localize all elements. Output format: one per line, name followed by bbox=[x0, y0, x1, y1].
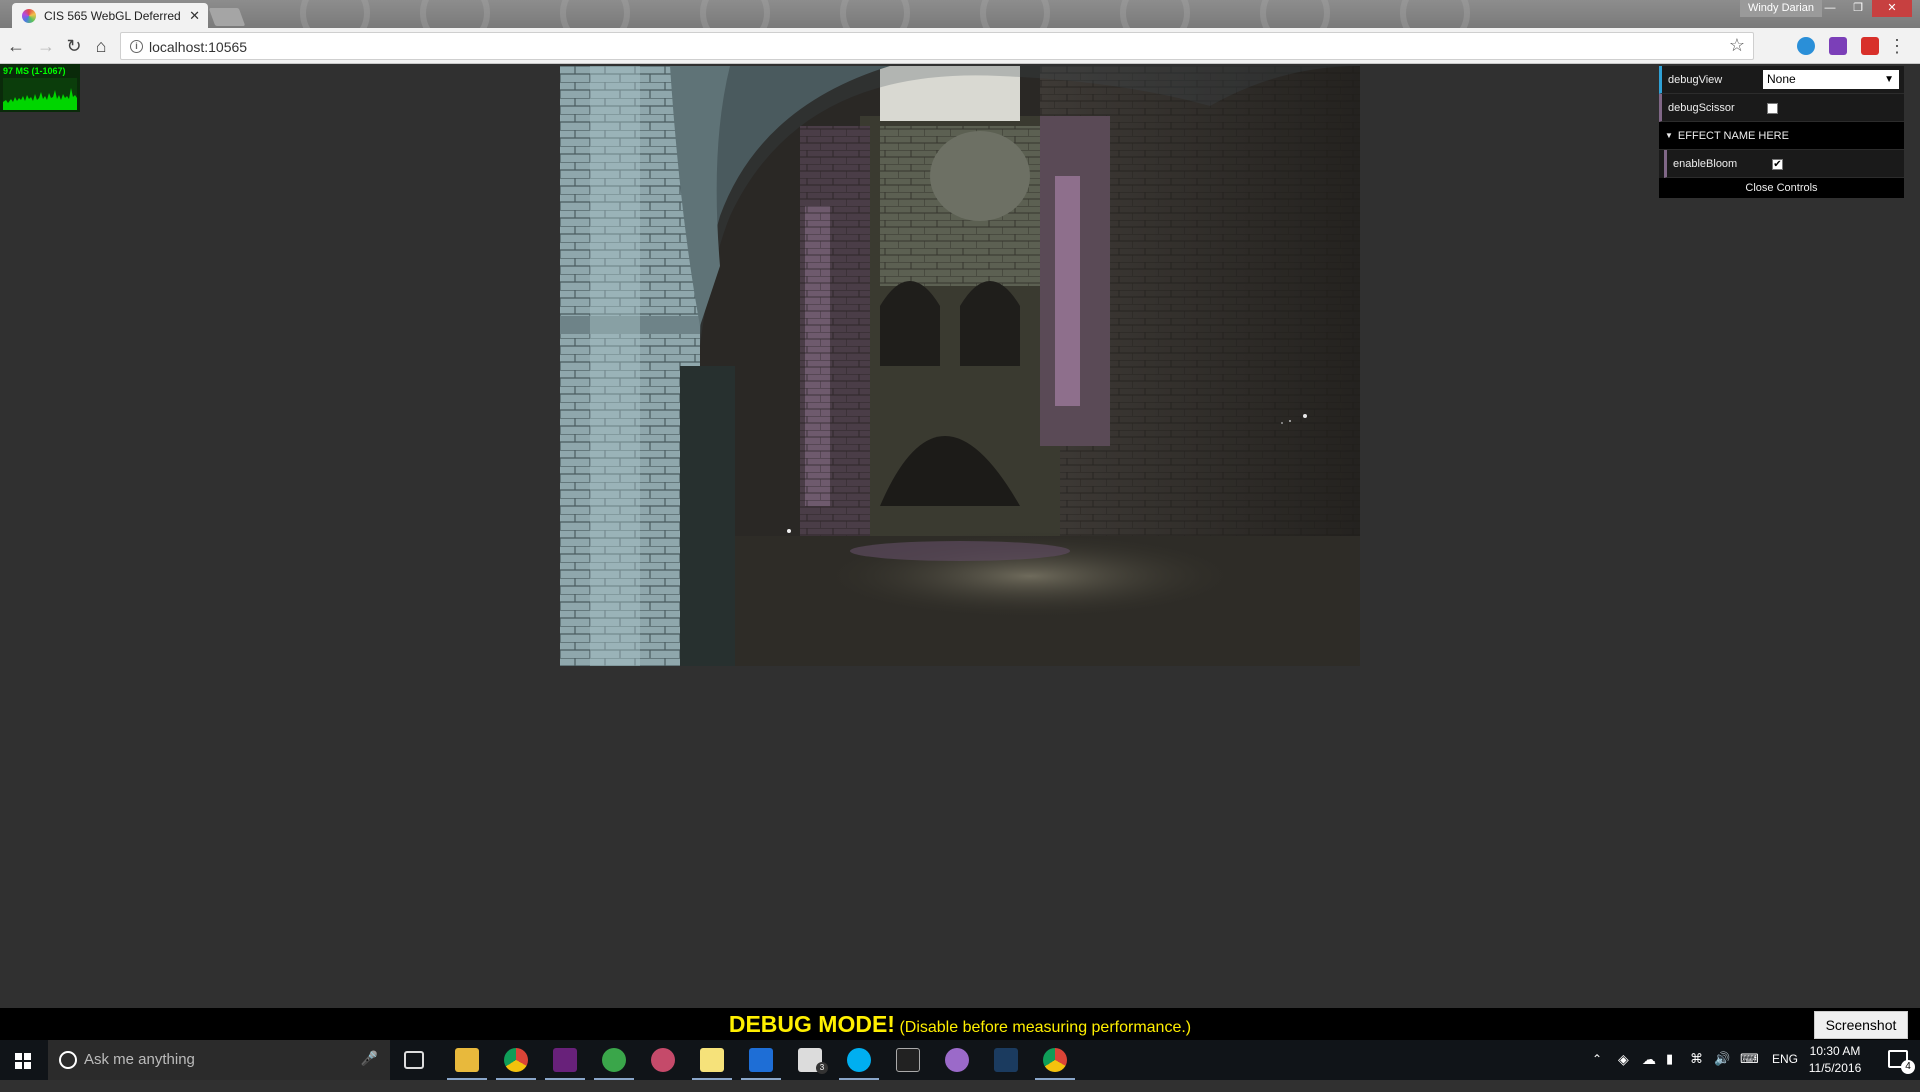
site-info-icon[interactable]: i bbox=[130, 40, 143, 53]
battery-icon[interactable]: ▮ bbox=[1666, 1051, 1673, 1091]
tray-overflow-icon[interactable]: ⌃ bbox=[1592, 1052, 1602, 1092]
debugscissor-label: debugScissor bbox=[1668, 101, 1735, 114]
app-icon-green[interactable] bbox=[602, 1048, 626, 1072]
cortana-search-box[interactable]: Ask me anything 🎤 bbox=[48, 1040, 390, 1080]
start-button[interactable] bbox=[0, 1040, 46, 1080]
app-icon-blue[interactable] bbox=[749, 1048, 773, 1072]
enablebloom-checkbox[interactable]: ✔ bbox=[1772, 159, 1783, 170]
screenshot-button[interactable]: Screenshot bbox=[1814, 1011, 1908, 1039]
reload-icon[interactable]: ↻ bbox=[62, 34, 86, 58]
debug-message: DEBUG MODE! (Disable before measuring pe… bbox=[0, 1011, 1920, 1038]
windows-logo-icon bbox=[15, 1053, 31, 1069]
debug-mode-note: (Disable before measuring performance.) bbox=[899, 1019, 1192, 1036]
address-bar[interactable]: i localhost:10565 ☆ bbox=[120, 32, 1754, 60]
sponza-render bbox=[560, 66, 1360, 666]
url-text[interactable]: localhost:10565 bbox=[149, 39, 247, 55]
volume-icon[interactable]: 🔊 bbox=[1714, 1051, 1730, 1091]
task-view-icon[interactable] bbox=[404, 1051, 424, 1069]
microphone-icon[interactable]: 🎤 bbox=[361, 1050, 378, 1067]
browser-menu-icon[interactable]: ⋮ bbox=[1888, 34, 1906, 58]
file-explorer-icon[interactable] bbox=[455, 1048, 479, 1072]
clock-time: 10:30 AM bbox=[1809, 1044, 1861, 1058]
terminal-icon[interactable] bbox=[896, 1048, 920, 1072]
extension-icon-3[interactable] bbox=[1861, 37, 1879, 55]
language-indicator[interactable]: ENG bbox=[1772, 1052, 1798, 1092]
system-clock[interactable]: 10:30 AM 11/5/2016 bbox=[1800, 1043, 1870, 1077]
bookmark-star-icon[interactable]: ☆ bbox=[1729, 35, 1745, 56]
dat-gui-panel: debugView None ▼ debugScissor ▼ EFFECT N… bbox=[1659, 66, 1904, 198]
search-placeholder: Ask me anything bbox=[84, 1051, 195, 1068]
onenote-extension-icon[interactable] bbox=[1829, 37, 1847, 55]
stats-readout: 97 MS (1-1067) bbox=[3, 66, 66, 76]
debugview-select[interactable]: None ▼ bbox=[1763, 70, 1899, 89]
close-controls-button[interactable]: Close Controls bbox=[1659, 178, 1904, 198]
visual-studio-icon[interactable] bbox=[553, 1048, 577, 1072]
sticky-notes-icon[interactable] bbox=[700, 1048, 724, 1072]
tab-favicon-icon bbox=[22, 8, 36, 23]
tab-title: CIS 565 WebGL Deferred bbox=[44, 8, 181, 23]
notification-count: 4 bbox=[1901, 1060, 1915, 1074]
onedrive-icon[interactable]: ☁ bbox=[1642, 1051, 1656, 1091]
enablebloom-label: enableBloom bbox=[1673, 157, 1738, 170]
steam-icon[interactable] bbox=[994, 1048, 1018, 1072]
webgl-canvas[interactable] bbox=[560, 66, 1360, 666]
debugview-label: debugView bbox=[1668, 73, 1723, 86]
wifi-icon[interactable]: ⌘ bbox=[1690, 1051, 1703, 1091]
skype-icon[interactable] bbox=[847, 1048, 871, 1072]
browser-titlebar: CIS 565 WebGL Deferred ✕ Windy Darian — … bbox=[0, 0, 1920, 28]
windows-taskbar: Ask me anything 🎤 3 ⌃ ◈ ☁ ▮ ⌘ 🔊 ⌨ ENG 10… bbox=[0, 1040, 1920, 1080]
clock-date: 11/5/2016 bbox=[1808, 1061, 1862, 1075]
restore-icon[interactable]: ❐ bbox=[1844, 0, 1872, 17]
fps-stats-panel[interactable]: 97 MS (1-1067) bbox=[0, 64, 80, 112]
dropbox-icon[interactable]: ◈ bbox=[1618, 1051, 1629, 1091]
cortana-icon bbox=[59, 1051, 77, 1069]
browser-toolbar: ← → ↻ ⌂ i localhost:10565 ☆ ⋮ bbox=[0, 28, 1920, 64]
stats-graph bbox=[3, 78, 77, 110]
keyboard-icon[interactable]: ⌨ bbox=[1740, 1051, 1759, 1091]
window-controls: — ❐ ✕ bbox=[1816, 0, 1912, 17]
chrome-icon[interactable] bbox=[504, 1048, 528, 1072]
enablebloom-control: enableBloom ✔ bbox=[1664, 150, 1904, 178]
debug-mode-title: DEBUG MODE! bbox=[728, 1011, 895, 1037]
home-icon[interactable]: ⌂ bbox=[89, 34, 113, 58]
debugview-control: debugView None ▼ bbox=[1659, 66, 1904, 94]
titlebar-decoration bbox=[0, 0, 1920, 28]
forward-icon[interactable]: → bbox=[34, 34, 58, 58]
folder-title: EFFECT NAME HERE bbox=[1677, 129, 1789, 142]
window-close-icon[interactable]: ✕ bbox=[1872, 0, 1912, 17]
debug-mode-banner: DEBUG MODE! (Disable before measuring pe… bbox=[0, 1008, 1920, 1040]
back-icon[interactable]: ← bbox=[4, 34, 28, 58]
github-icon[interactable] bbox=[945, 1048, 969, 1072]
app-icon-pink[interactable] bbox=[651, 1048, 675, 1072]
extension-icon-1[interactable] bbox=[1797, 37, 1815, 55]
new-tab-button[interactable] bbox=[208, 8, 246, 26]
debugscissor-checkbox[interactable] bbox=[1767, 103, 1778, 114]
browser-tab[interactable]: CIS 565 WebGL Deferred ✕ bbox=[12, 3, 208, 28]
minimize-icon[interactable]: — bbox=[1816, 0, 1844, 17]
debugview-value: None bbox=[1767, 72, 1796, 86]
mail-badge: 3 bbox=[816, 1062, 828, 1074]
dropdown-arrow-icon: ▼ bbox=[1884, 74, 1894, 85]
profile-name[interactable]: Windy Darian bbox=[1739, 0, 1822, 17]
effect-folder-header[interactable]: ▼ EFFECT NAME HERE bbox=[1659, 122, 1904, 150]
chrome-canary-icon[interactable] bbox=[1043, 1048, 1067, 1072]
debugscissor-control: debugScissor bbox=[1659, 94, 1904, 122]
tab-close-icon[interactable]: ✕ bbox=[189, 8, 200, 24]
folder-collapse-icon: ▼ bbox=[1665, 131, 1673, 140]
